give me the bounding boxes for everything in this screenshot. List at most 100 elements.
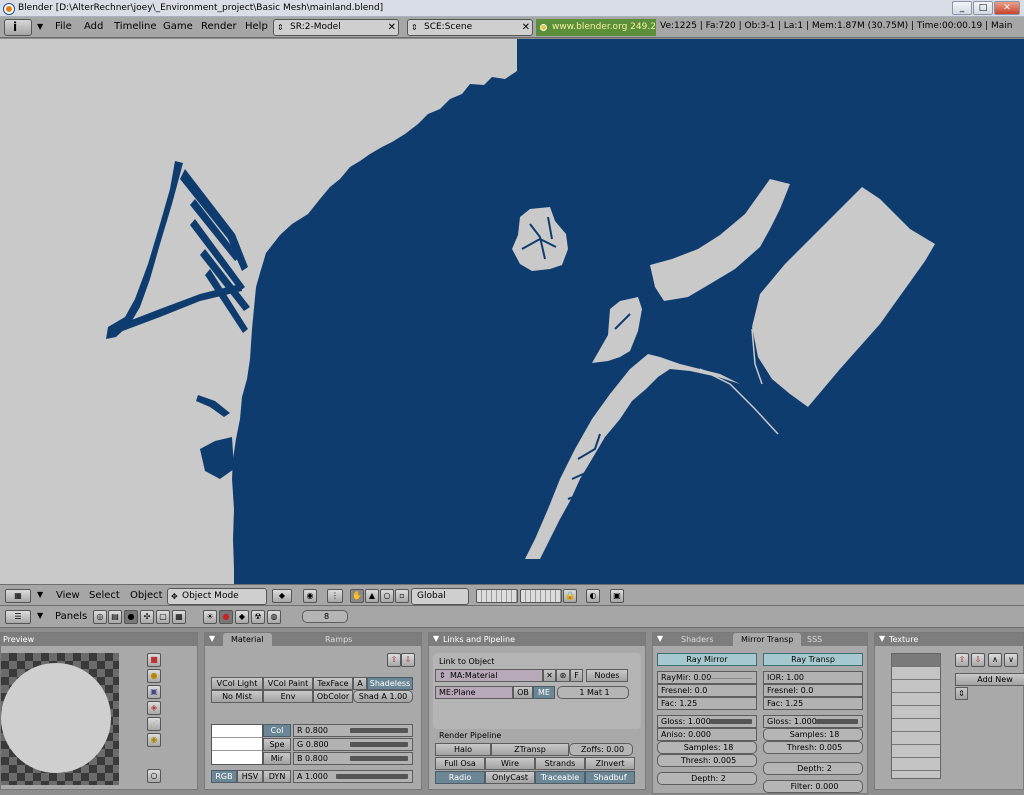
- tab-shaders[interactable]: Shaders: [673, 633, 722, 646]
- world-subcontext-icon[interactable]: ◍: [267, 610, 281, 624]
- preview-plane-icon[interactable]: ■: [147, 653, 161, 667]
- 3d-viewport[interactable]: [0, 39, 1024, 585]
- dyn-mode-button[interactable]: DYN: [263, 770, 291, 783]
- strands-button[interactable]: Strands: [535, 757, 585, 770]
- menu-game[interactable]: Game: [163, 21, 193, 32]
- menu-file[interactable]: File: [55, 21, 72, 32]
- preview-cube-icon[interactable]: ▣: [147, 685, 161, 699]
- transp-fac-slider[interactable]: Fac: 1.25: [763, 697, 863, 710]
- minimize-button[interactable]: _: [952, 1, 972, 15]
- buttons-window-type-icon[interactable]: ☰: [5, 610, 31, 624]
- spe-button[interactable]: Spe: [263, 738, 291, 751]
- draw-type-icon[interactable]: ◆: [272, 589, 292, 603]
- tab-ramps[interactable]: Ramps: [317, 633, 360, 646]
- transp-thresh-field[interactable]: Thresh: 0.005: [763, 741, 863, 754]
- transp-samples-field[interactable]: Samples: 18: [763, 728, 863, 741]
- mirror-fac-slider[interactable]: Fac: 1.25: [657, 697, 757, 710]
- preview-monkey-icon[interactable]: ◈: [147, 701, 161, 715]
- transp-fresnel-slider[interactable]: Fresnel: 0.0: [763, 684, 863, 697]
- shadbuf-button[interactable]: Shadbuf: [585, 771, 635, 784]
- col-swatch[interactable]: [212, 725, 262, 738]
- preview-refresh-icon[interactable]: ○: [147, 769, 161, 783]
- zinvert-button[interactable]: ZInvert: [585, 757, 635, 770]
- texture-subcontext-icon[interactable]: ◆: [235, 610, 249, 624]
- collapse-arrow-icon[interactable]: ▼: [209, 634, 215, 643]
- f-button[interactable]: F: [570, 669, 583, 682]
- editing-context-icon[interactable]: ▢: [156, 610, 170, 624]
- ray-mirror-button[interactable]: Ray Mirror: [657, 653, 757, 666]
- ray-transp-button[interactable]: Ray Transp: [763, 653, 863, 666]
- scale-icon[interactable]: ▫: [395, 589, 409, 603]
- radiosity-subcontext-icon[interactable]: ☢: [251, 610, 265, 624]
- shading-context-icon[interactable]: ●: [124, 610, 138, 624]
- full-osa-button[interactable]: Full Osa: [435, 757, 485, 770]
- menu-object[interactable]: Object: [130, 590, 163, 601]
- copy-material-icon[interactable]: ⇧: [387, 653, 401, 667]
- unlink-material-icon[interactable]: ✕: [543, 669, 556, 682]
- menu-select[interactable]: Select: [89, 590, 120, 601]
- move-down-icon[interactable]: ∨: [1004, 653, 1018, 667]
- mirror-aniso-slider[interactable]: Aniso: 0.000: [657, 728, 757, 741]
- preview-hair-icon[interactable]: ⋰: [147, 717, 161, 731]
- maximize-button[interactable]: □: [973, 1, 993, 15]
- no-mist-button[interactable]: No Mist: [211, 690, 263, 703]
- material-name-field[interactable]: ⇕ MA:Material: [435, 669, 543, 682]
- close-button[interactable]: ✕: [994, 1, 1020, 15]
- scene-context-icon[interactable]: ▦: [172, 610, 186, 624]
- vcol-light-button[interactable]: VCol Light: [211, 677, 263, 690]
- ob-link-button[interactable]: OB: [513, 686, 533, 699]
- traceable-button[interactable]: Traceable: [535, 771, 585, 784]
- raymir-slider[interactable]: RayMir: 0.00: [657, 671, 757, 684]
- texface-button[interactable]: TexFace: [313, 677, 353, 690]
- wire-button[interactable]: Wire: [485, 757, 535, 770]
- me-link-button[interactable]: ME: [533, 686, 555, 699]
- delete-scene-icon[interactable]: ✕: [522, 20, 530, 35]
- opengl-render-icon[interactable]: ◐: [586, 589, 600, 603]
- tab-material[interactable]: Material: [223, 633, 272, 646]
- tab-mirror-transp[interactable]: Mirror Transp: [733, 633, 802, 646]
- collapse-arrow-icon[interactable]: ▼: [879, 634, 885, 643]
- collapse-menus-icon[interactable]: ▼: [37, 590, 43, 599]
- logic-context-icon[interactable]: ◎: [93, 610, 107, 624]
- layer-buttons-2[interactable]: [520, 589, 562, 603]
- texture-channel-list[interactable]: [891, 653, 941, 779]
- snap-icon[interactable]: ⋮: [327, 589, 343, 603]
- mirror-thresh-field[interactable]: Thresh: 0.005: [657, 754, 757, 767]
- texface-alpha-button[interactable]: A: [353, 677, 367, 690]
- object-context-icon[interactable]: ✣: [140, 610, 154, 624]
- view-type-grid-icon[interactable]: ▦: [5, 589, 31, 603]
- menu-add[interactable]: Add: [84, 21, 103, 32]
- env-button[interactable]: Env: [263, 690, 313, 703]
- radio-button[interactable]: Radio: [435, 771, 485, 784]
- ztransp-button[interactable]: ZTransp: [491, 743, 569, 756]
- mirror-depth-field[interactable]: Depth: 2: [657, 772, 757, 785]
- layer-buttons-1[interactable]: [476, 589, 518, 603]
- frame-counter[interactable]: 8: [302, 610, 348, 623]
- tab-sss[interactable]: SSS: [799, 633, 830, 646]
- mir-button[interactable]: Mir: [263, 752, 291, 765]
- vcol-paint-button[interactable]: VCol Paint: [263, 677, 313, 690]
- red-slider[interactable]: R 0.800: [293, 724, 413, 737]
- collapse-arrow-icon[interactable]: ▼: [657, 634, 663, 643]
- mirror-samples-field[interactable]: Samples: 18: [657, 741, 757, 754]
- fake-user-icon[interactable]: ⊛: [556, 669, 570, 682]
- transp-gloss-slider[interactable]: Gloss: 1.000: [763, 715, 863, 728]
- menu-help[interactable]: Help: [245, 21, 268, 32]
- translate-icon[interactable]: ▲: [365, 589, 379, 603]
- color-swatches[interactable]: [211, 724, 263, 765]
- texture-channel-active[interactable]: [892, 654, 940, 666]
- mode-selector[interactable]: ✥ Object Mode: [167, 588, 267, 605]
- move-up-icon[interactable]: ∧: [988, 653, 1002, 667]
- copy-texture-icon[interactable]: ⇧: [955, 653, 969, 667]
- mesh-name-field[interactable]: ME:Plane: [435, 686, 513, 699]
- preview-sky-icon[interactable]: ◉: [147, 733, 161, 747]
- obcolor-button[interactable]: ObColor: [313, 690, 353, 703]
- alpha-slider[interactable]: A 1.000: [293, 770, 413, 783]
- transp-depth-field[interactable]: Depth: 2: [763, 762, 863, 775]
- nodes-button[interactable]: Nodes: [586, 669, 628, 682]
- orientation-selector[interactable]: Global: [411, 588, 469, 605]
- shad-alpha-field[interactable]: Shad A 1.00: [353, 690, 413, 703]
- hsv-mode-button[interactable]: HSV: [237, 770, 263, 783]
- blue-slider[interactable]: B 0.800: [293, 752, 413, 765]
- rgb-mode-button[interactable]: RGB: [211, 770, 237, 783]
